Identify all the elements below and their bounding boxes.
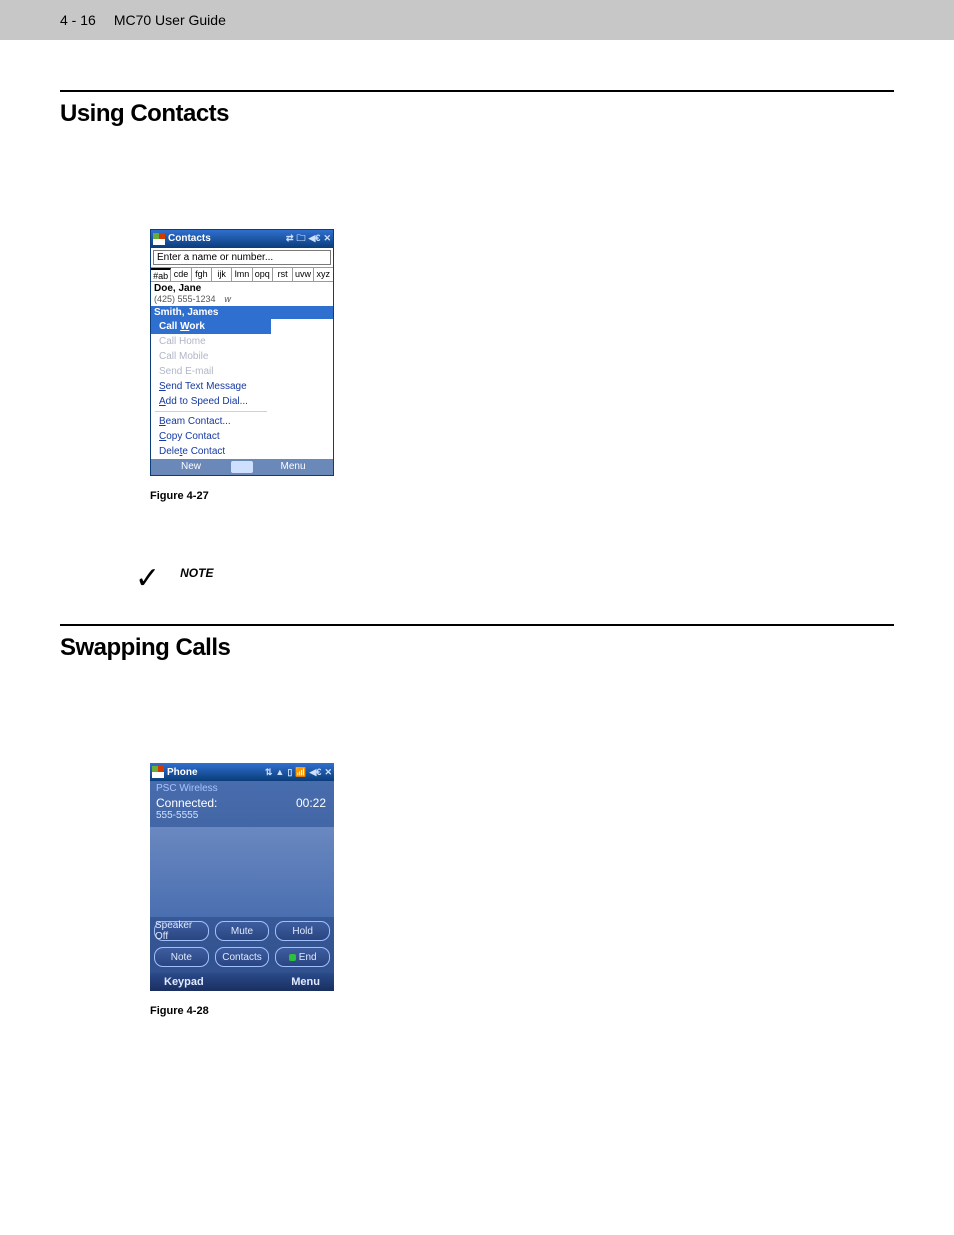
softkey-menu[interactable]: Menu [242, 976, 334, 988]
softkey-bar: New Menu [151, 459, 333, 475]
page-number: 4 - 16 [60, 12, 96, 28]
section-intro: To move between two or more phone calls: [150, 692, 894, 707]
step-1: 1. Tap Start - Contacts. [150, 191, 894, 210]
figure-caption: Figure 4-28 Call Swapping - Hold [150, 1005, 894, 1017]
contact-phone: (425) 555-1234 [154, 294, 216, 304]
windows-flag-icon [153, 233, 165, 245]
alpha-tab[interactable]: rst [273, 268, 293, 281]
call-number: 555-5555 [150, 810, 334, 821]
menu-item-copy-contact[interactable]: Copy Contact [151, 429, 271, 444]
signal-icon: 📶 [295, 767, 306, 778]
document-page: 4 - 16 MC70 User Guide Using Contacts Us… [0, 0, 954, 1235]
window-title-bar: Phone ⇅ ▲ ▯ 📶 ◀€ ✕ [150, 763, 334, 781]
figure-caption: Figure 4-27 Contacts [150, 490, 894, 502]
section-title: Swapping Calls [60, 634, 894, 662]
call-status: Connected: [156, 796, 217, 810]
call-timer: 00:22 [296, 796, 326, 810]
menu-item-send-text[interactable]: Send Text Message [151, 379, 271, 394]
note-button[interactable]: Note [154, 947, 209, 967]
end-button[interactable]: End [275, 947, 330, 967]
step-2: 2. From the contact list, tap and hold t… [150, 210, 894, 229]
close-icon[interactable]: ✕ [324, 767, 332, 778]
step-2: 2. Enter the first phone number and pres… [150, 745, 894, 764]
sip-icon[interactable] [231, 461, 253, 473]
note-block: ✓ NOTE To make a call from an open conta… [135, 564, 894, 594]
mute-button[interactable]: Mute [215, 921, 270, 941]
menu-item-send-email[interactable]: Send E-mail [151, 364, 271, 379]
status-icons: ⇅ ▲ ▯ 📶 ◀€ ✕ [265, 767, 332, 778]
menu-item-call-work[interactable]: Call Work [151, 319, 271, 334]
connection-icon: ⇅ [265, 767, 273, 778]
menu-item-call-mobile[interactable]: Call Mobile [151, 349, 271, 364]
alpha-tab[interactable]: lmn [232, 268, 252, 281]
figure-desc: Contacts [212, 490, 255, 502]
speaker-icon: ◀€ [310, 767, 322, 778]
section-rule [60, 90, 894, 92]
hold-button[interactable]: Hold [275, 921, 330, 941]
window-title-bar: Contacts ⇄ 🗀 ◀€ ✕ [151, 230, 333, 248]
contacts-button[interactable]: Contacts [215, 947, 270, 967]
softkey-bar: Keypad Menu [150, 973, 334, 991]
section-using-contacts: Using Contacts Use Contacts to make a ca… [60, 90, 894, 594]
connectivity-icon: ⇄ [286, 233, 294, 244]
alpha-tab[interactable]: cde [171, 268, 191, 281]
figure-label: Figure 4-27 [150, 490, 209, 502]
figure-label: Figure 4-28 [150, 1005, 209, 1017]
contacts-screenshot: Contacts ⇄ 🗀 ◀€ ✕ Enter a name or number… [150, 229, 334, 476]
call-center-area [150, 827, 334, 917]
folder-icon: 🗀 [297, 231, 306, 247]
softkey-new[interactable]: New [151, 461, 231, 472]
alpha-tab[interactable]: ijk [212, 268, 232, 281]
menu-item-beam-contact[interactable]: Beam Contact... [151, 414, 271, 429]
contact-phone-type: w [224, 294, 231, 304]
warning-icon: ▲ [275, 767, 284, 777]
window-title: Phone [167, 767, 262, 778]
menu-item-add-speed-dial[interactable]: Add to Speed Dial... [151, 394, 271, 409]
section-intro: Use Contacts to make a call without look… [150, 158, 894, 173]
blank-area [271, 319, 333, 389]
section-title: Using Contacts [60, 100, 894, 128]
close-icon[interactable]: ✕ [323, 233, 331, 244]
alpha-tab[interactable]: fgh [192, 268, 212, 281]
call-screenshot: Phone ⇅ ▲ ▯ 📶 ◀€ ✕ PSC Wireless Connecte… [150, 763, 334, 991]
note-body: To make a call from an open contact, tap… [240, 566, 894, 581]
alpha-tab[interactable]: #ab [151, 268, 171, 281]
guide-title: MC70 User Guide [114, 12, 226, 28]
phone-icon [289, 954, 296, 961]
menu-divider [155, 411, 267, 412]
page-header-bar: 4 - 16 MC70 User Guide [0, 0, 954, 40]
speaker-button[interactable]: Speaker Off [154, 921, 209, 941]
selected-contact-row[interactable]: Smith, James [151, 306, 333, 319]
search-input[interactable]: Enter a name or number... [153, 250, 331, 265]
note-label: NOTE [180, 566, 220, 580]
context-menu: Call Work Call Home Call Mobile Send E-m… [151, 319, 271, 459]
alpha-index-row[interactable]: #ab cde fgh ijk lmn opq rst uvw xyz [151, 267, 333, 282]
operator-label: PSC Wireless [150, 781, 334, 794]
figure-desc: Call Swapping - Hold [212, 1005, 315, 1017]
contact-row[interactable]: Doe, Jane (425) 555-1234 w [151, 282, 333, 306]
sim-icon: ▯ [287, 767, 292, 778]
checkmark-icon: ✓ [135, 564, 160, 594]
menu-item-call-home[interactable]: Call Home [151, 334, 271, 349]
softkey-keypad[interactable]: Keypad [150, 976, 242, 988]
speaker-icon: ◀€ [309, 233, 321, 244]
step-1: 1. Tap Start - Phone or press the green … [150, 726, 894, 745]
end-label: End [299, 952, 317, 963]
alpha-tab[interactable]: uvw [293, 268, 313, 281]
alpha-tab[interactable]: opq [253, 268, 273, 281]
status-icons: ⇄ 🗀 ◀€ ✕ [286, 231, 331, 247]
menu-item-delete-contact[interactable]: Delete Contact [151, 444, 271, 459]
section-swapping-calls: Swapping Calls To move between two or mo… [60, 624, 894, 1017]
windows-flag-icon [152, 766, 164, 778]
contact-name: Doe, Jane [154, 283, 330, 294]
window-title: Contacts [168, 233, 283, 244]
alpha-tab[interactable]: xyz [314, 268, 333, 281]
softkey-menu[interactable]: Menu [253, 461, 333, 472]
section-rule [60, 624, 894, 626]
step-3: 3. Tap Call Work, Call Home or Call Mobi… [150, 516, 894, 535]
